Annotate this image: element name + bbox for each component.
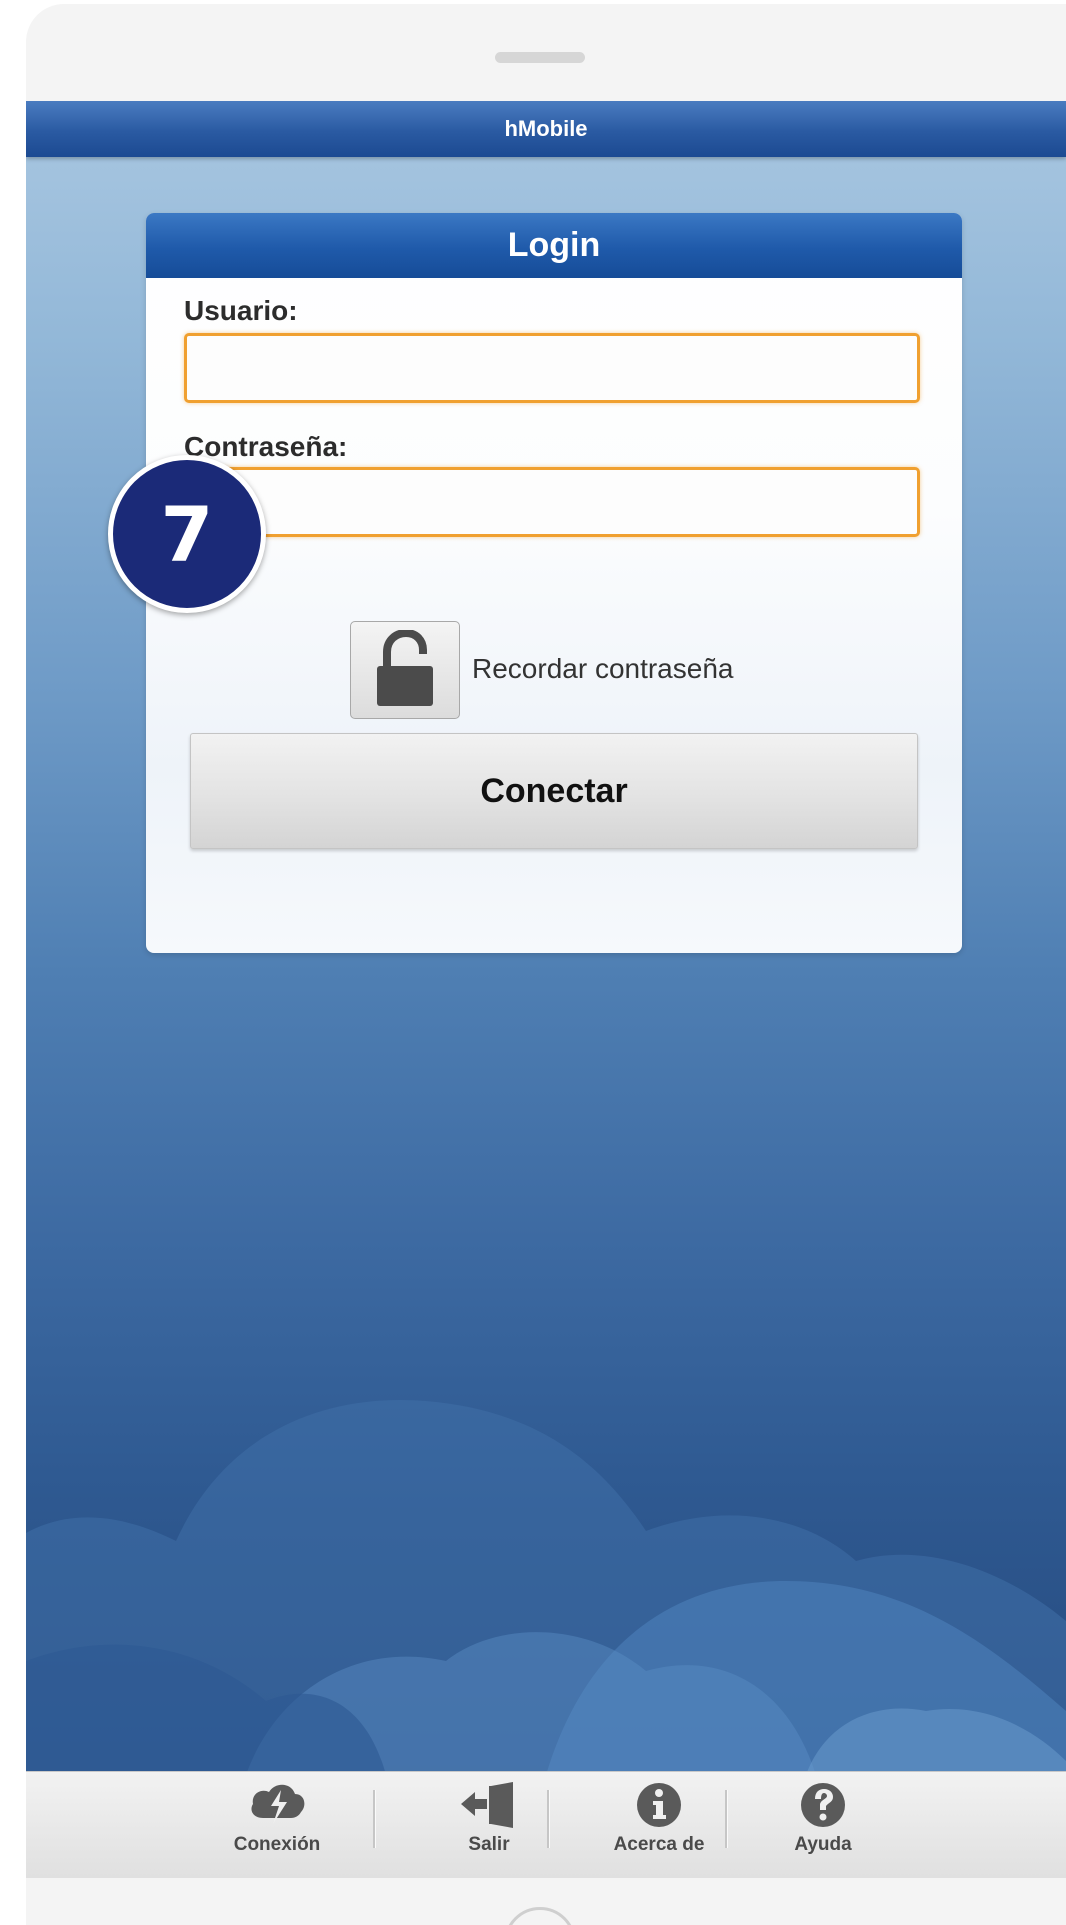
- username-input[interactable]: [184, 333, 920, 403]
- tablet-frame: hMobile Login Usuario: Contraseña: Recor…: [26, 4, 1066, 1925]
- login-title: Login: [507, 226, 601, 264]
- connect-button[interactable]: Conectar: [190, 733, 918, 849]
- toolbar-label: Acerca de: [613, 1834, 705, 1855]
- toolbar-label: Ayuda: [794, 1834, 852, 1855]
- help-icon: [801, 1783, 845, 1827]
- remember-password-label: Recordar contraseña: [472, 653, 734, 684]
- toolbar-item-conexion[interactable]: Conexión: [207, 1780, 347, 1870]
- connection-icon: [251, 1784, 305, 1824]
- app-title-bar: hMobile: [26, 101, 1066, 157]
- info-icon: [637, 1783, 681, 1827]
- app-title: hMobile: [504, 116, 588, 141]
- login-header: Login: [146, 213, 962, 278]
- unlock-icon: [377, 630, 433, 706]
- toolbar-item-salir[interactable]: Salir: [419, 1780, 559, 1870]
- toolbar-label: Conexión: [233, 1834, 321, 1855]
- password-input[interactable]: [184, 467, 920, 537]
- toolbar-separator: [725, 1790, 728, 1848]
- exit-icon: [461, 1782, 513, 1828]
- bottom-toolbar: Conexión Salir Acerca de Ayuda: [26, 1771, 1066, 1878]
- toolbar-item-ayuda[interactable]: Ayuda: [753, 1780, 893, 1870]
- username-label: Usuario:: [184, 295, 298, 326]
- app-screen: hMobile Login Usuario: Contraseña: Recor…: [26, 101, 1066, 1775]
- remember-password-toggle[interactable]: [350, 621, 460, 719]
- toolbar-label: Salir: [468, 1834, 510, 1855]
- device-speaker: [495, 52, 585, 63]
- toolbar-separator: [547, 1790, 550, 1848]
- step-number-badge: 7: [108, 455, 266, 613]
- device-home-button[interactable]: [504, 1907, 576, 1925]
- login-panel: Login Usuario: Contraseña: Recordar cont…: [146, 213, 962, 953]
- toolbar-separator: [373, 1790, 376, 1848]
- toolbar-item-acerca-de[interactable]: Acerca de: [589, 1780, 729, 1870]
